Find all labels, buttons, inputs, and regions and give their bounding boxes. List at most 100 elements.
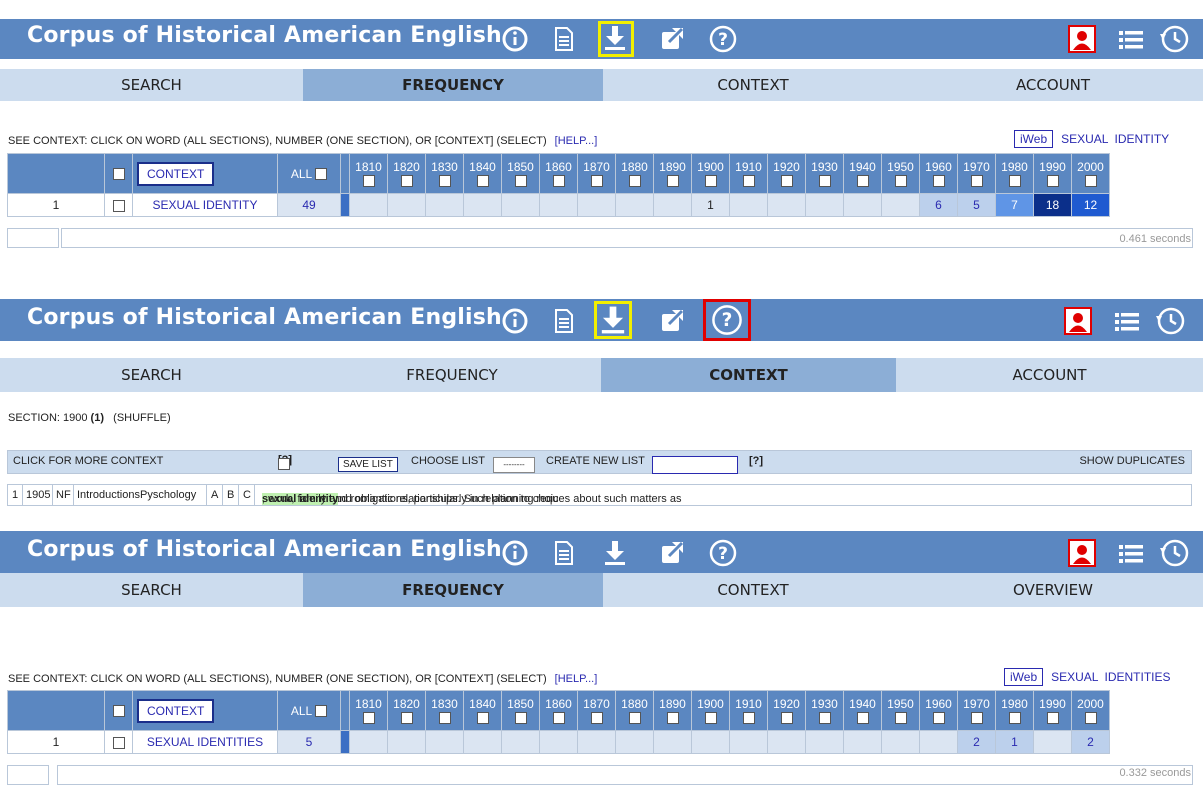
tab-account[interactable]: ACCOUNT <box>896 358 1203 392</box>
count-cell[interactable] <box>881 193 920 217</box>
decade-checkbox[interactable] <box>400 175 413 188</box>
count-cell[interactable] <box>767 730 806 754</box>
decade-checkbox[interactable] <box>970 712 983 725</box>
count-cell[interactable]: 18 <box>1033 193 1072 217</box>
count-cell[interactable]: 5 <box>957 193 996 217</box>
query-word-link[interactable]: SEXUAL <box>1061 132 1108 146</box>
external-link-icon[interactable] <box>655 304 689 338</box>
help-icon[interactable]: ? <box>706 22 740 56</box>
count-cell[interactable] <box>729 730 768 754</box>
info-icon[interactable] <box>498 536 532 570</box>
count-cell[interactable]: 12 <box>1071 193 1110 217</box>
show-duplicates-link[interactable]: SHOW DUPLICATES <box>1079 455 1185 467</box>
info-icon[interactable] <box>498 304 532 338</box>
total-link[interactable]: 5 <box>306 735 313 749</box>
decade-checkbox[interactable] <box>1084 712 1097 725</box>
tab-frequency[interactable]: FREQUENCY <box>303 573 603 607</box>
count-cell[interactable] <box>615 193 654 217</box>
decade-checkbox[interactable] <box>552 712 565 725</box>
user-icon[interactable] <box>1064 307 1092 335</box>
decade-checkbox[interactable] <box>818 712 831 725</box>
count-cell[interactable] <box>577 193 616 217</box>
decade-checkbox[interactable] <box>1008 175 1021 188</box>
decade-checkbox[interactable] <box>476 175 489 188</box>
decade-checkbox[interactable] <box>362 175 375 188</box>
decade-checkbox[interactable] <box>362 712 375 725</box>
count-cell[interactable] <box>349 193 388 217</box>
decade-checkbox[interactable] <box>932 712 945 725</box>
context-button[interactable]: CONTEXT <box>137 698 215 723</box>
decade-checkbox[interactable] <box>400 712 413 725</box>
count-cell[interactable] <box>691 730 730 754</box>
external-link-icon[interactable] <box>655 536 689 570</box>
count-cell[interactable] <box>615 730 654 754</box>
tab-search[interactable]: SEARCH <box>0 573 303 607</box>
count-cell[interactable] <box>843 193 882 217</box>
history-icon[interactable] <box>1153 304 1187 338</box>
decade-checkbox[interactable] <box>742 175 755 188</box>
external-link-icon[interactable] <box>655 22 689 56</box>
decade-checkbox[interactable] <box>514 712 527 725</box>
user-icon[interactable] <box>1068 25 1096 53</box>
help-icon[interactable]: ? <box>703 299 751 341</box>
count-cell[interactable] <box>577 730 616 754</box>
count-cell[interactable] <box>729 193 768 217</box>
query-word-link[interactable]: IDENTITY <box>1114 132 1169 146</box>
row-checkbox[interactable] <box>112 736 125 749</box>
decade-checkbox[interactable] <box>476 712 489 725</box>
decade-checkbox[interactable] <box>932 175 945 188</box>
select-all-checkbox[interactable] <box>112 705 125 718</box>
count-cell[interactable] <box>805 193 844 217</box>
count-cell[interactable] <box>425 730 464 754</box>
document-icon[interactable] <box>547 536 581 570</box>
count-cell[interactable]: 6 <box>919 193 958 217</box>
decade-checkbox[interactable] <box>590 712 603 725</box>
decade-checkbox[interactable] <box>590 175 603 188</box>
help-link[interactable]: [HELP...] <box>555 135 598 147</box>
context-button[interactable]: CONTEXT <box>137 161 215 186</box>
count-cell[interactable] <box>387 193 426 217</box>
list-icon[interactable] <box>1114 22 1148 56</box>
iweb-link[interactable]: iWeb <box>1014 130 1054 148</box>
decade-checkbox[interactable] <box>742 712 755 725</box>
decade-checkbox[interactable] <box>780 712 793 725</box>
tab-frequency[interactable]: FREQUENCY <box>303 358 601 392</box>
count-cell[interactable] <box>881 730 920 754</box>
count-cell[interactable] <box>463 193 502 217</box>
row-checkbox[interactable] <box>112 199 125 212</box>
kwic-number[interactable]: 1 <box>12 489 18 501</box>
kwic-b-link[interactable]: B <box>227 489 234 501</box>
download-icon[interactable] <box>598 536 632 570</box>
tab-context[interactable]: CONTEXT <box>603 69 903 101</box>
count-cell[interactable] <box>349 730 388 754</box>
count-cell[interactable]: 7 <box>995 193 1034 217</box>
iweb-link[interactable]: iWeb <box>1004 668 1044 686</box>
decade-checkbox[interactable] <box>514 175 527 188</box>
document-icon[interactable] <box>547 304 581 338</box>
all-checkbox[interactable] <box>315 705 328 718</box>
document-icon[interactable] <box>547 22 581 56</box>
tab-context[interactable]: CONTEXT <box>603 573 903 607</box>
help-link[interactable]: [?] <box>749 455 763 467</box>
tab-account[interactable]: ACCOUNT <box>903 69 1203 101</box>
all-checkbox[interactable] <box>315 168 328 181</box>
list-icon[interactable] <box>1110 304 1144 338</box>
kwic-a-link[interactable]: A <box>211 489 218 501</box>
decade-checkbox[interactable] <box>970 175 983 188</box>
tab-search[interactable]: SEARCH <box>0 69 303 101</box>
decade-checkbox[interactable] <box>780 175 793 188</box>
decade-checkbox[interactable] <box>856 175 869 188</box>
count-cell[interactable]: 2 <box>1071 730 1110 754</box>
help-link[interactable]: [HELP...] <box>555 673 598 685</box>
info-icon[interactable] <box>498 22 532 56</box>
select-all-checkbox[interactable] <box>112 168 125 181</box>
list-icon[interactable] <box>1114 536 1148 570</box>
query-word-link[interactable]: SEXUAL <box>1051 670 1098 684</box>
decade-checkbox[interactable] <box>856 712 869 725</box>
word-link[interactable]: SEXUAL IDENTITIES <box>147 735 263 749</box>
count-cell[interactable] <box>501 730 540 754</box>
decade-checkbox[interactable] <box>1046 175 1059 188</box>
decade-checkbox[interactable] <box>666 175 679 188</box>
decade-checkbox[interactable] <box>438 712 451 725</box>
decade-checkbox[interactable] <box>704 175 717 188</box>
